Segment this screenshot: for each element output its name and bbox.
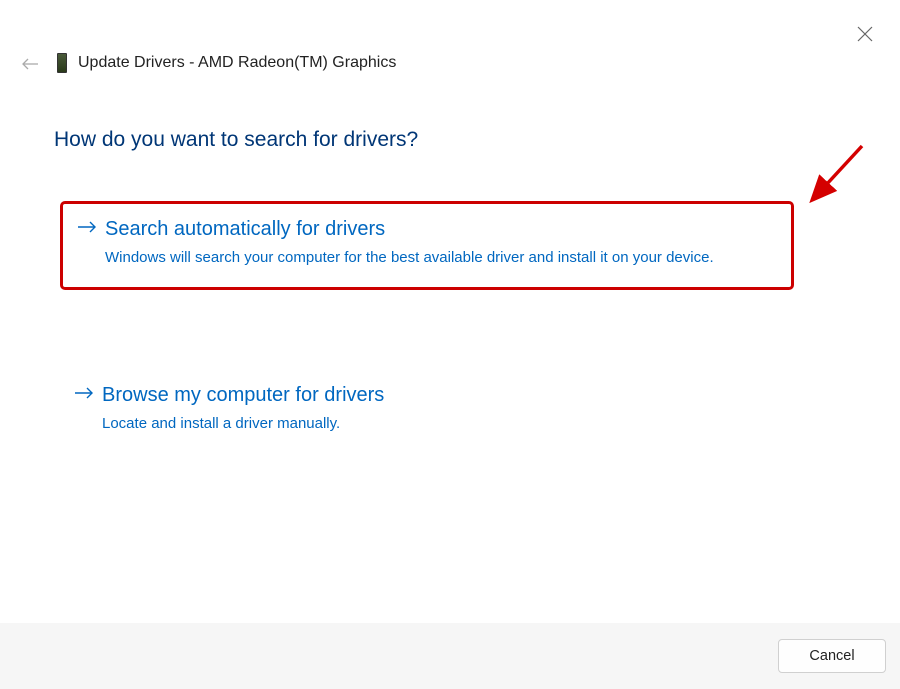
device-icon xyxy=(54,52,70,74)
option-auto-title: Search automatically for drivers xyxy=(105,218,385,241)
option-auto-description: Windows will search your computer for th… xyxy=(105,247,725,269)
page-heading: How do you want to search for drivers? xyxy=(54,128,418,152)
header-row: Update Drivers - AMD Radeon(TM) Graphics xyxy=(54,52,396,74)
option-browse-computer[interactable]: Browse my computer for drivers Locate an… xyxy=(60,370,794,453)
close-icon xyxy=(857,26,873,42)
window-title: Update Drivers - AMD Radeon(TM) Graphics xyxy=(78,54,396,72)
footer-bar: Cancel xyxy=(0,623,900,689)
back-button[interactable] xyxy=(21,57,39,75)
annotation-arrow xyxy=(804,140,874,210)
option-browse-title: Browse my computer for drivers xyxy=(102,384,384,407)
cancel-button[interactable]: Cancel xyxy=(778,639,886,673)
back-arrow-icon xyxy=(21,57,39,71)
option-browse-description: Locate and install a driver manually. xyxy=(102,413,722,435)
option-search-automatically[interactable]: Search automatically for drivers Windows… xyxy=(60,201,794,290)
close-button[interactable] xyxy=(857,26,873,42)
arrow-right-icon xyxy=(77,220,97,239)
arrow-right-icon xyxy=(74,386,94,405)
